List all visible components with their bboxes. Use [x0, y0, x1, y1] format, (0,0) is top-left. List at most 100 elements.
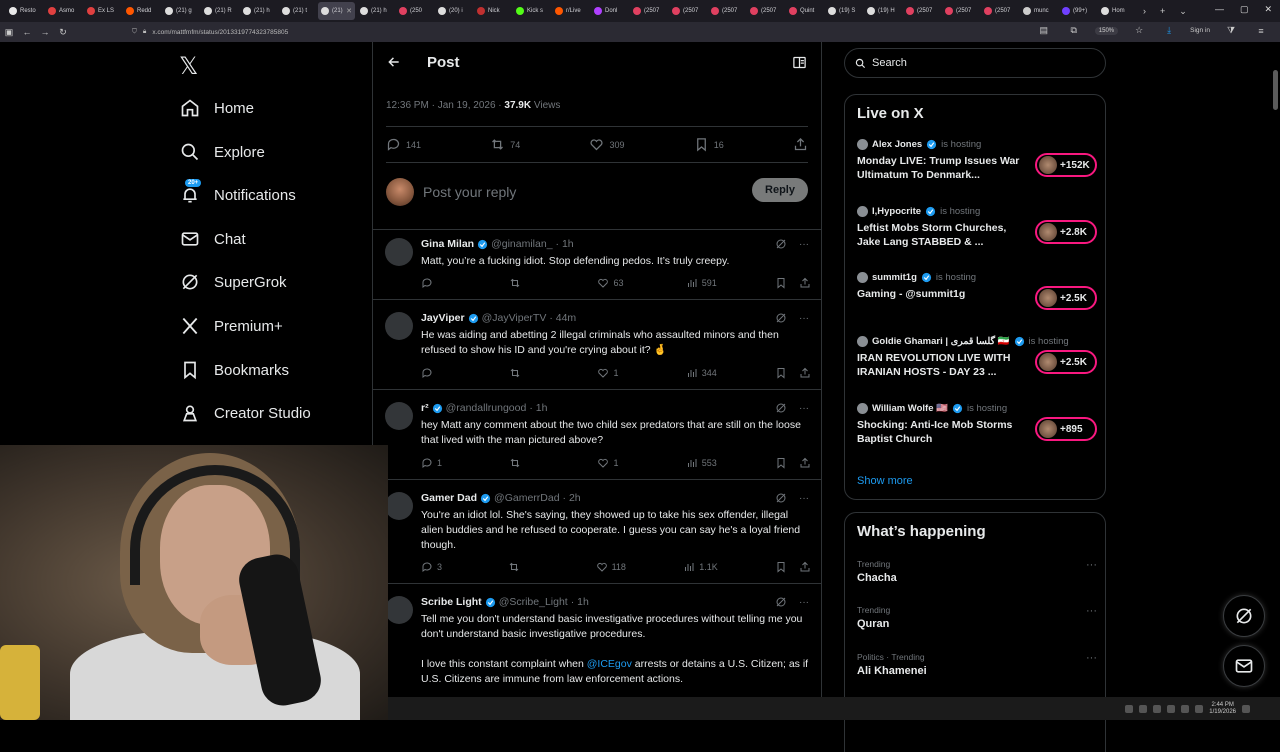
- browser-tab[interactable]: Quint: [786, 2, 823, 20]
- address-bar[interactable]: ⛉ 🔒︎ x.com/mattfmfm/status/2013319774323…: [132, 24, 1112, 40]
- author-name[interactable]: JayViper: [421, 312, 465, 324]
- sign-in-button[interactable]: Sign in: [1190, 27, 1210, 34]
- author-handle[interactable]: @JayViperTV: [482, 312, 547, 324]
- live-listeners-badge[interactable]: +2.5K: [1035, 350, 1097, 374]
- wifi-icon[interactable]: [1181, 704, 1190, 713]
- tray-icon[interactable]: [1153, 704, 1162, 713]
- browser-tab[interactable]: (21) h: [240, 2, 277, 20]
- tray-icon[interactable]: [1167, 704, 1176, 713]
- share-icon[interactable]: [799, 367, 811, 379]
- views-button[interactable]: 1.1K: [683, 561, 718, 573]
- repost-button[interactable]: [508, 561, 538, 573]
- more-icon[interactable]: ···: [799, 597, 809, 608]
- author-name[interactable]: Scribe Light: [421, 596, 482, 608]
- trend-item[interactable]: Trending Quran ···: [857, 605, 1097, 630]
- sidebar-item-explore[interactable]: Explore: [180, 140, 265, 164]
- author-handle[interactable]: @Scribe_Light: [499, 596, 568, 608]
- sidebar-toggle-icon[interactable]: ▣: [0, 27, 18, 38]
- reader-view-icon[interactable]: [792, 55, 807, 70]
- live-item[interactable]: William Wolfe 🇺🇸 is hosting Shocking: Anti…: [857, 403, 1097, 445]
- author-name[interactable]: Gina Milan: [421, 238, 474, 250]
- x-logo-icon[interactable]: 𝕏: [179, 54, 198, 78]
- browser-tab[interactable]: (21) ✕: [318, 2, 355, 20]
- scrollbar[interactable]: [1273, 70, 1278, 110]
- grok-icon[interactable]: [775, 238, 787, 250]
- more-icon[interactable]: ···: [1086, 605, 1097, 617]
- browser-tab[interactable]: (2507: [903, 2, 940, 20]
- reply-button[interactable]: 141: [386, 137, 421, 152]
- download-icon[interactable]: ⤓: [1160, 25, 1178, 36]
- share-icon[interactable]: [799, 277, 811, 289]
- sidebar-item-notifications[interactable]: 20+ Notifications: [180, 179, 296, 207]
- browser-tab[interactable]: (2507: [981, 2, 1018, 20]
- author-name[interactable]: Gamer Dad: [421, 492, 477, 504]
- share-button[interactable]: [793, 137, 808, 152]
- sidebar-item-creator-studio[interactable]: Creator Studio: [180, 401, 311, 425]
- reply-button[interactable]: 3: [421, 561, 451, 573]
- zoom-level[interactable]: 150%: [1094, 26, 1119, 35]
- reply-button[interactable]: [421, 367, 451, 379]
- browser-tab[interactable]: Kick s: [513, 2, 550, 20]
- avatar[interactable]: [385, 596, 413, 624]
- repost-button[interactable]: [509, 367, 539, 379]
- live-listeners-badge[interactable]: +152K: [1035, 153, 1097, 177]
- share-icon[interactable]: [799, 561, 811, 573]
- bookmark-icon[interactable]: [775, 277, 787, 289]
- reader-icon[interactable]: ▤: [1035, 25, 1053, 36]
- sidebar-item-premium[interactable]: Premium+: [180, 314, 283, 338]
- reply-button[interactable]: 1: [421, 457, 451, 469]
- close-tab-icon[interactable]: ✕: [346, 7, 352, 15]
- sidebar-item-chat[interactable]: Chat: [180, 227, 246, 251]
- grok-fab-button[interactable]: [1223, 595, 1265, 637]
- like-button[interactable]: 1: [597, 367, 627, 379]
- browser-tab[interactable]: Ex LS: [84, 2, 121, 20]
- browser-tab[interactable]: (2507: [708, 2, 745, 20]
- author-handle[interactable]: @GamerrDad: [494, 492, 560, 504]
- browser-tab[interactable]: munc: [1020, 2, 1057, 20]
- browser-tab[interactable]: Asmo: [45, 2, 82, 20]
- live-listeners-badge[interactable]: +895: [1035, 417, 1097, 441]
- minimize-icon[interactable]: —: [1215, 4, 1224, 15]
- reply-button[interactable]: [421, 277, 451, 289]
- repost-button[interactable]: 74: [490, 137, 520, 152]
- trend-item[interactable]: Trending Chacha ···: [857, 559, 1097, 584]
- reply-input[interactable]: Post your reply: [423, 184, 516, 200]
- extensions-icon[interactable]: ⧩: [1222, 25, 1240, 36]
- browser-tab[interactable]: (21) h: [357, 2, 394, 20]
- grok-icon[interactable]: [775, 402, 787, 414]
- browser-tab[interactable]: (21) R: [201, 2, 238, 20]
- like-button[interactable]: 1: [597, 457, 627, 469]
- show-more-link[interactable]: Show more: [857, 475, 913, 487]
- like-button[interactable]: 118: [596, 561, 626, 573]
- volume-icon[interactable]: [1195, 704, 1204, 713]
- avatar[interactable]: [385, 492, 413, 520]
- author-handle[interactable]: @ginamilan_: [491, 238, 552, 250]
- views-button[interactable]: 591: [686, 277, 717, 289]
- browser-tab[interactable]: (21) t: [279, 2, 316, 20]
- more-icon[interactable]: ···: [1086, 652, 1097, 664]
- mention-link[interactable]: @ICEgov: [587, 658, 632, 670]
- browser-tab[interactable]: (99+): [1059, 2, 1096, 20]
- browser-tab[interactable]: (20) i: [435, 2, 472, 20]
- views-button[interactable]: 344: [686, 367, 717, 379]
- repost-button[interactable]: [509, 457, 539, 469]
- share-icon[interactable]: [799, 457, 811, 469]
- browser-tab[interactable]: Resto: [6, 2, 43, 20]
- browser-tab[interactable]: (2507: [747, 2, 784, 20]
- more-icon[interactable]: ···: [799, 313, 809, 324]
- maximize-icon[interactable]: ▢: [1240, 4, 1249, 15]
- like-button[interactable]: 63: [597, 277, 627, 289]
- live-listeners-badge[interactable]: +2.5K: [1035, 286, 1097, 310]
- sidebar-item-supergrok[interactable]: SuperGrok: [180, 270, 287, 294]
- star-icon[interactable]: ☆: [1130, 25, 1148, 36]
- system-clock[interactable]: 2:44 PM 1/19/2026: [1209, 702, 1236, 716]
- comment[interactable]: Gina Milan @ginamilan_ · 1h ··· Matt, yo…: [373, 230, 821, 300]
- grok-icon[interactable]: [775, 312, 787, 324]
- browser-tab[interactable]: Hom: [1098, 2, 1135, 20]
- bookmark-button[interactable]: 16: [694, 137, 724, 152]
- browser-tab[interactable]: Nick: [474, 2, 511, 20]
- messages-fab-button[interactable]: [1223, 645, 1265, 687]
- grok-icon[interactable]: [775, 492, 787, 504]
- search-input[interactable]: Search: [844, 48, 1106, 78]
- live-listeners-badge[interactable]: +2.8K: [1035, 220, 1097, 244]
